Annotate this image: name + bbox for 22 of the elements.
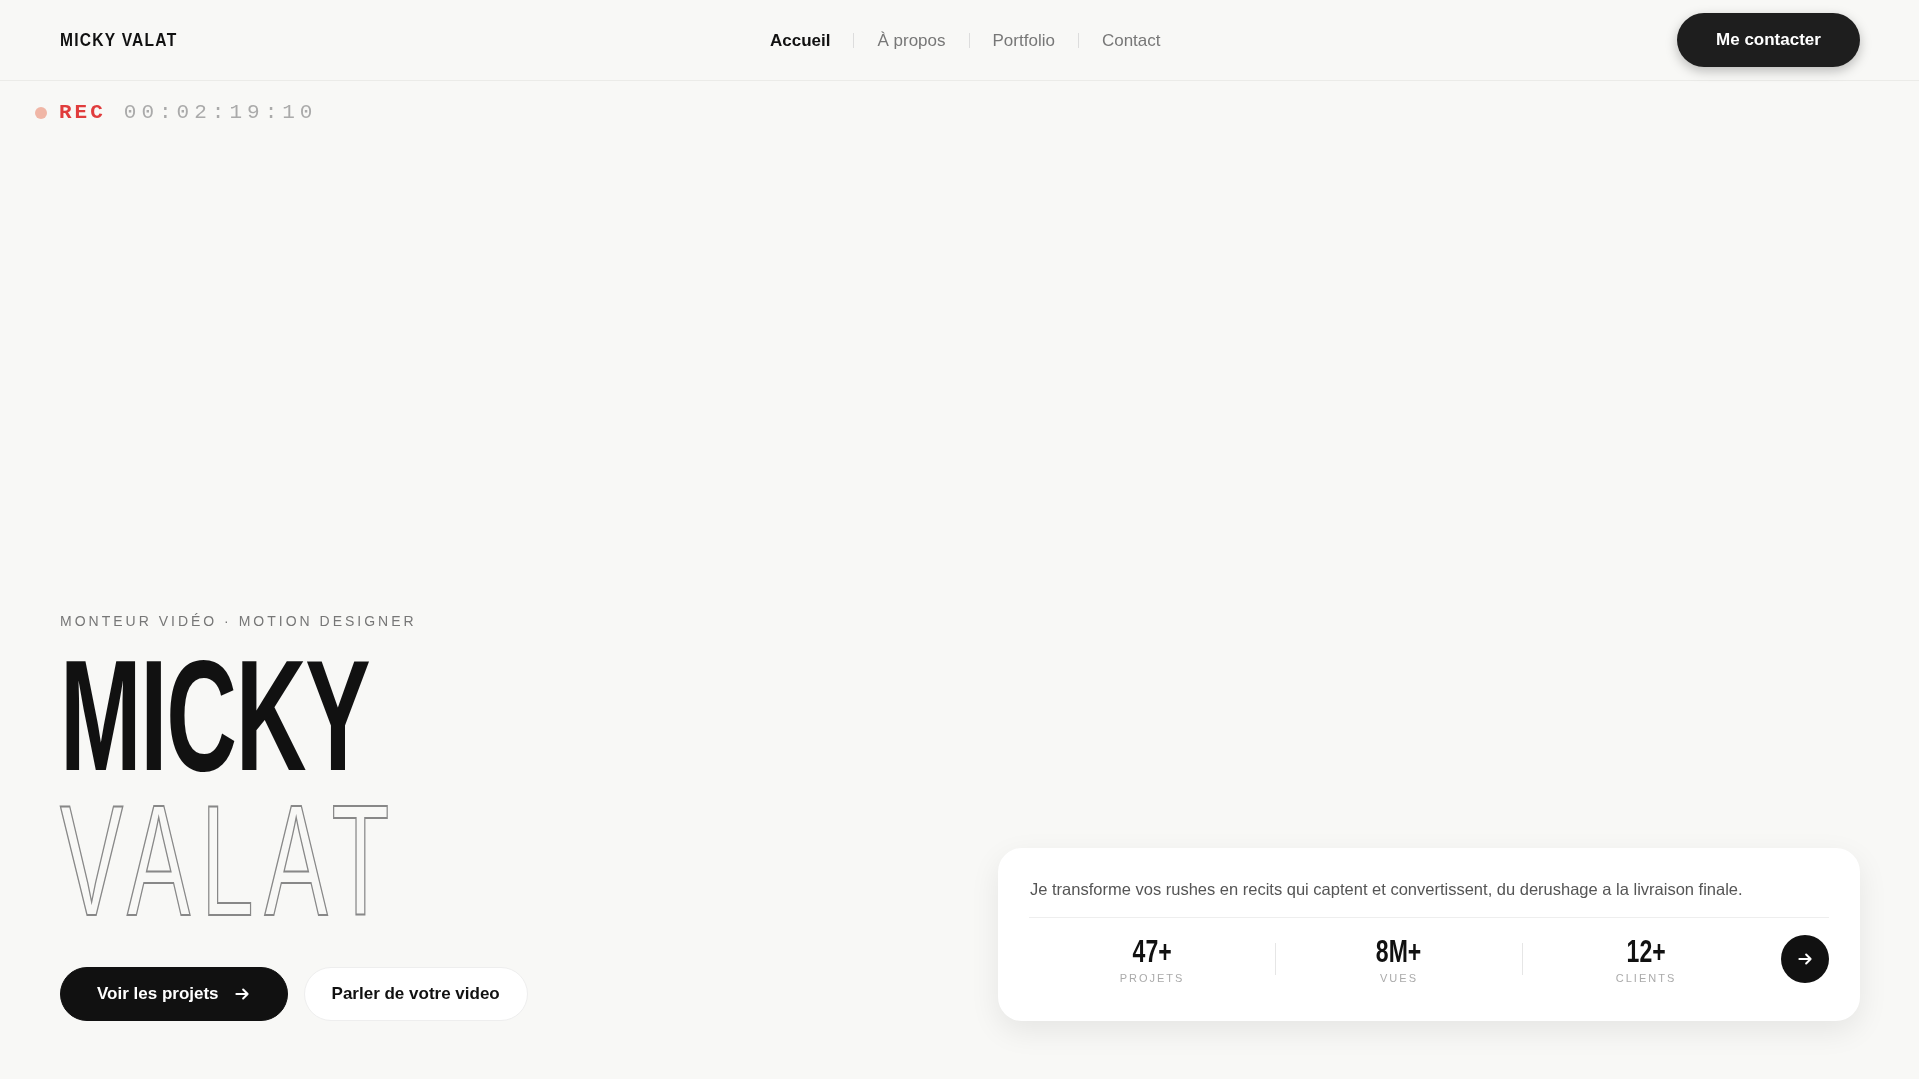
rec-label: REC [59,101,106,124]
stat-label: VUES [1380,972,1418,984]
stat-value: 8M+ [1376,934,1422,968]
nav-link[interactable]: Contact [1078,30,1184,51]
nav-link[interactable]: Portfolio [969,30,1078,51]
stat-value: 12+ [1626,934,1666,968]
timecode: 00:02:19:10 [123,101,318,124]
hero-last-name: VALAT [60,788,401,933]
card-description: Je transforme vos rushes en recits qui captent et convertissent, du derushage a la livraison finale. [1030,880,1744,899]
stat-label: PROJETS [1119,972,1185,984]
hero-first-name: MICKY [60,643,370,788]
stat-value: 47+ [1132,934,1172,968]
video-button[interactable]: Parler de votre video [303,967,528,1021]
record-dot-icon [35,106,47,119]
contact-button[interactable]: Me contacter [1677,13,1860,67]
nav-link[interactable]: Accueil [747,30,854,51]
projects-button[interactable]: Voir les projets [60,967,288,1021]
stat-label: CLIENTS [1615,972,1677,984]
hero-subtitle: MONTEUR VIDÉO · MOTION DESIGNER [60,613,418,629]
nav-link[interactable]: À propos [854,30,969,51]
logo[interactable]: MICKY VALAT [60,29,178,51]
next-button[interactable] [1781,935,1829,983]
